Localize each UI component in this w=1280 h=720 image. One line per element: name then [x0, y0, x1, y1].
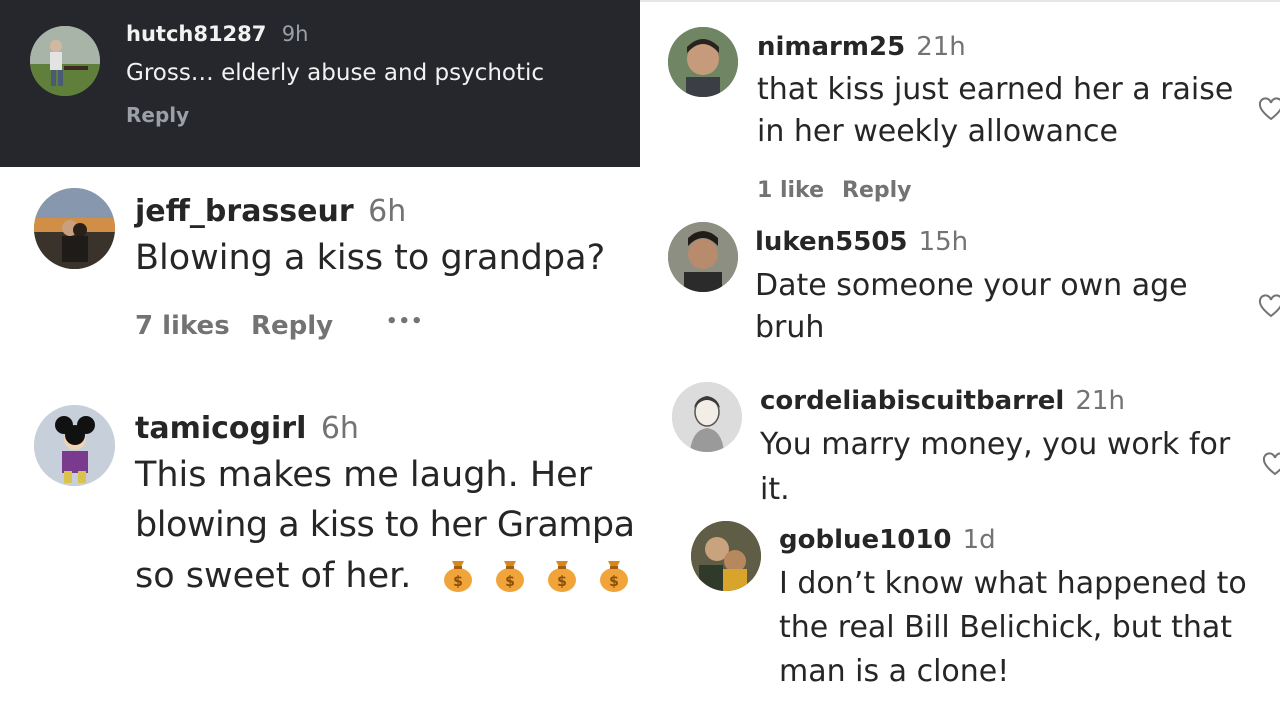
comment-text-line: it.	[760, 472, 790, 507]
heart-outline-icon[interactable]	[1258, 97, 1280, 123]
avatar-image	[34, 188, 115, 269]
username-text[interactable]: hutch81287	[126, 22, 266, 46]
avatar-image	[668, 222, 738, 292]
comment-text-line: so sweet of her.	[135, 556, 412, 596]
top-divider	[640, 0, 1280, 2]
comment-text-line: man is a clone!	[779, 654, 1010, 689]
comment-text-line: that kiss just earned her a raise	[757, 72, 1234, 107]
comment-text-line-with-emoji: so sweet of her. $ $ $ $	[135, 555, 640, 596]
username-text[interactable]: nimarm25	[757, 32, 905, 62]
avatar-image	[691, 521, 761, 591]
comment-username[interactable]: goblue1010 1d	[779, 525, 996, 555]
comment-username[interactable]: nimarm25 21h	[757, 32, 966, 62]
svg-text:$: $	[505, 574, 515, 590]
comment-time: 21h	[916, 32, 966, 62]
comment-username[interactable]: tamicogirl 6h	[135, 411, 359, 446]
dark-comment-card: hutch81287 9h Gross… elderly abuse and p…	[0, 0, 640, 167]
username-text[interactable]: goblue1010	[779, 525, 952, 555]
comment-text-line: bruh	[755, 310, 825, 345]
comment-username[interactable]: cordeliabiscuitbarrel 21h	[760, 386, 1125, 416]
avatar[interactable]	[34, 405, 115, 486]
reply-button[interactable]: Reply	[126, 103, 189, 127]
comment-time: 9h	[281, 22, 309, 46]
likes-count[interactable]: 7 likes	[135, 311, 230, 341]
username-text[interactable]: jeff_brasseur	[135, 194, 354, 229]
avatar-image	[668, 27, 738, 97]
money-bag-icon: $	[545, 555, 579, 593]
comment-time: 6h	[320, 411, 359, 446]
avatar[interactable]	[668, 222, 738, 292]
more-options-icon[interactable]: •••	[386, 311, 424, 332]
comment-text-line: Date someone your own age	[755, 268, 1188, 303]
heart-outline-icon[interactable]	[1258, 294, 1280, 320]
comment-text-line: in her weekly allowance	[757, 114, 1118, 149]
comment-time: 21h	[1075, 386, 1125, 416]
comment-username[interactable]: luken5505 15h	[755, 227, 968, 257]
avatar-image	[30, 26, 100, 96]
svg-text:$: $	[557, 574, 567, 590]
comment-text-line: I don’t know what happened to	[779, 566, 1247, 601]
avatar-image	[672, 382, 742, 452]
comment-username[interactable]: jeff_brasseur 6h	[135, 194, 406, 229]
comment-text: Blowing a kiss to grandpa?	[135, 238, 606, 278]
svg-text:$: $	[453, 574, 463, 590]
comment-time: 15h	[918, 227, 969, 257]
comment-time: 1d	[962, 525, 996, 555]
comment-text-line: This makes me laugh. Her	[135, 455, 593, 495]
avatar-image	[34, 405, 115, 486]
comment-time: 6h	[368, 194, 407, 229]
avatar[interactable]	[34, 188, 115, 269]
avatar[interactable]	[668, 27, 738, 97]
reply-button[interactable]: Reply	[842, 178, 912, 203]
money-bag-icon: $	[441, 555, 475, 593]
avatar[interactable]	[691, 521, 761, 591]
comment-text-line: the real Bill Belichick, but that	[779, 610, 1233, 645]
username-text[interactable]: cordeliabiscuitbarrel	[760, 386, 1064, 416]
avatar[interactable]	[30, 26, 100, 96]
heart-outline-icon[interactable]	[1262, 452, 1280, 478]
username-text[interactable]: tamicogirl	[135, 411, 306, 446]
svg-text:$: $	[609, 574, 619, 590]
comment-text-line: blowing a kiss to her Grampa	[135, 505, 635, 545]
likes-count[interactable]: 1 like	[757, 178, 824, 203]
comment-text: Gross… elderly abuse and psychotic	[126, 60, 545, 86]
money-bag-icon: $	[597, 555, 631, 593]
avatar[interactable]	[672, 382, 742, 452]
money-bag-icon: $	[493, 555, 527, 593]
username-text[interactable]: luken5505	[755, 227, 908, 257]
comment-username[interactable]: hutch81287 9h	[126, 22, 308, 46]
reply-button[interactable]: Reply	[251, 311, 333, 341]
comment-text-line: You marry money, you work for	[760, 427, 1231, 462]
